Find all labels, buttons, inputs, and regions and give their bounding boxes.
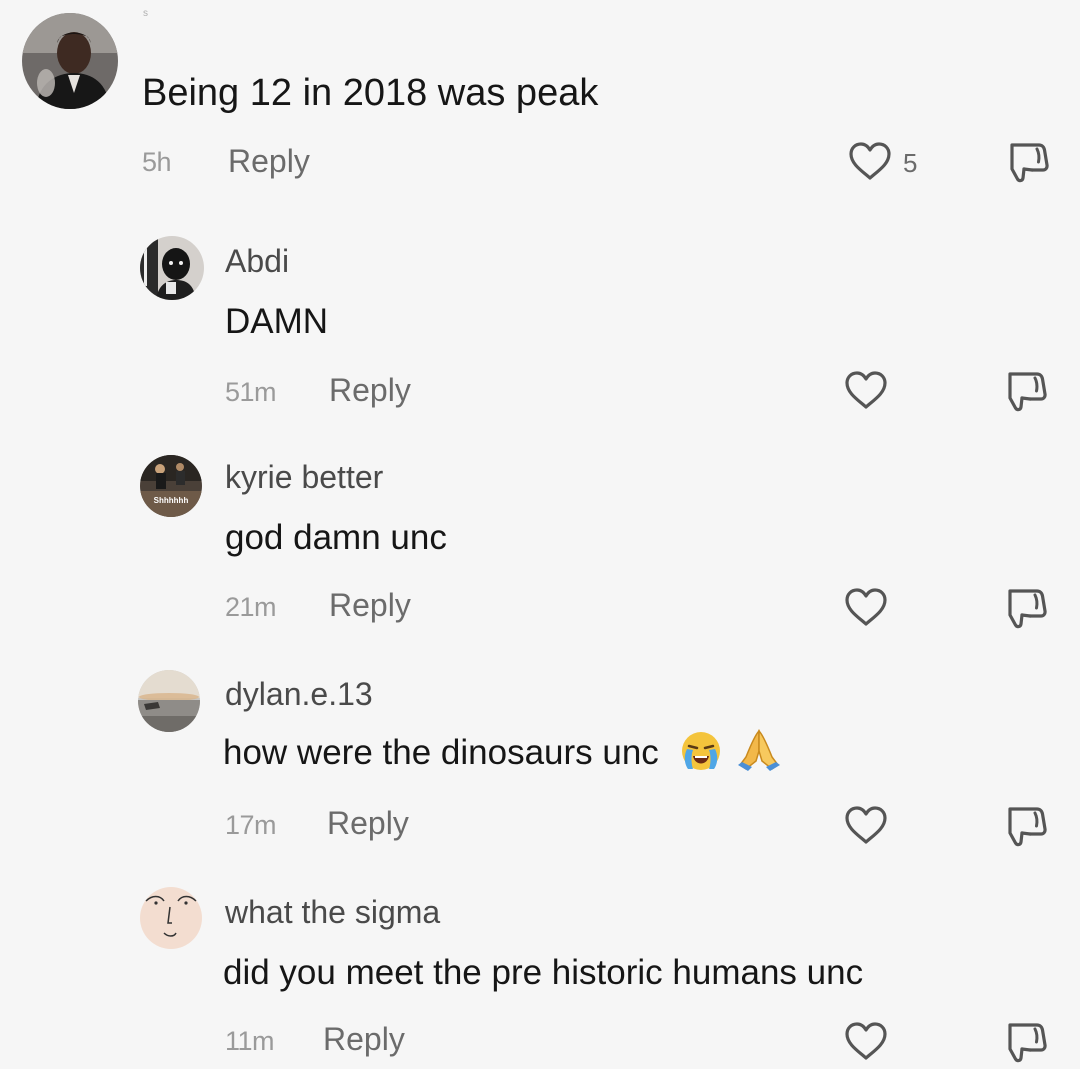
reply-username[interactable]: Abdi bbox=[225, 243, 289, 280]
avatar[interactable]: Shhhhhh bbox=[140, 455, 202, 517]
reply-text-content: how were the dinosaurs unc bbox=[223, 733, 659, 772]
reply-text: DAMN bbox=[225, 302, 329, 341]
heart-icon[interactable] bbox=[844, 587, 888, 627]
heart-icon[interactable] bbox=[844, 370, 888, 410]
corner-mark: s bbox=[143, 8, 148, 19]
thumbs-down-icon[interactable] bbox=[1006, 139, 1052, 183]
thumbs-down-icon[interactable] bbox=[1004, 1019, 1050, 1063]
user-avatar-photo-icon bbox=[138, 670, 200, 732]
reply-timestamp: 21m bbox=[225, 592, 277, 622]
reply-button[interactable]: Reply bbox=[327, 805, 409, 842]
reply-timestamp: 11m bbox=[225, 1026, 275, 1056]
avatar[interactable] bbox=[138, 670, 200, 732]
heart-icon[interactable] bbox=[844, 1021, 888, 1061]
folded-hands-emoji-icon bbox=[738, 728, 781, 771]
heart-icon[interactable] bbox=[848, 141, 892, 181]
reply-button[interactable]: Reply bbox=[329, 587, 411, 624]
reply-text: did you meet the pre historic humans unc bbox=[223, 953, 864, 992]
avatar[interactable] bbox=[140, 236, 204, 300]
user-avatar-photo-icon bbox=[22, 13, 118, 109]
avatar[interactable] bbox=[22, 13, 118, 109]
reply-username[interactable]: what the sigma bbox=[225, 894, 440, 931]
reply-button[interactable]: Reply bbox=[323, 1021, 405, 1058]
comment-text: Being 12 in 2018 was peak bbox=[142, 72, 599, 114]
user-avatar-photo-icon: Shhhhhh bbox=[140, 455, 202, 517]
loudly-crying-face-emoji-icon bbox=[681, 731, 720, 770]
reply-timestamp: 17m bbox=[225, 810, 277, 840]
reply-timestamp: 51m bbox=[225, 377, 277, 407]
reply-username[interactable]: kyrie better bbox=[225, 459, 383, 496]
user-avatar-photo-icon bbox=[140, 236, 204, 300]
reply-username[interactable]: dylan.e.13 bbox=[225, 676, 373, 713]
user-avatar-drawing-icon bbox=[140, 887, 202, 949]
reply-button[interactable]: Reply bbox=[228, 143, 310, 180]
avatar-caption: Shhhhhh bbox=[154, 496, 189, 505]
thumbs-down-icon[interactable] bbox=[1004, 585, 1050, 629]
reply-button[interactable]: Reply bbox=[329, 372, 411, 409]
heart-icon[interactable] bbox=[844, 805, 888, 845]
reply-text: how were the dinosaurs unc bbox=[223, 728, 782, 773]
like-count: 5 bbox=[903, 148, 918, 178]
avatar[interactable] bbox=[140, 887, 202, 949]
reply-text: god damn unc bbox=[225, 518, 447, 557]
thumbs-down-icon[interactable] bbox=[1004, 368, 1050, 412]
thumbs-down-icon[interactable] bbox=[1004, 803, 1050, 847]
comment-timestamp: 5h bbox=[142, 147, 172, 177]
